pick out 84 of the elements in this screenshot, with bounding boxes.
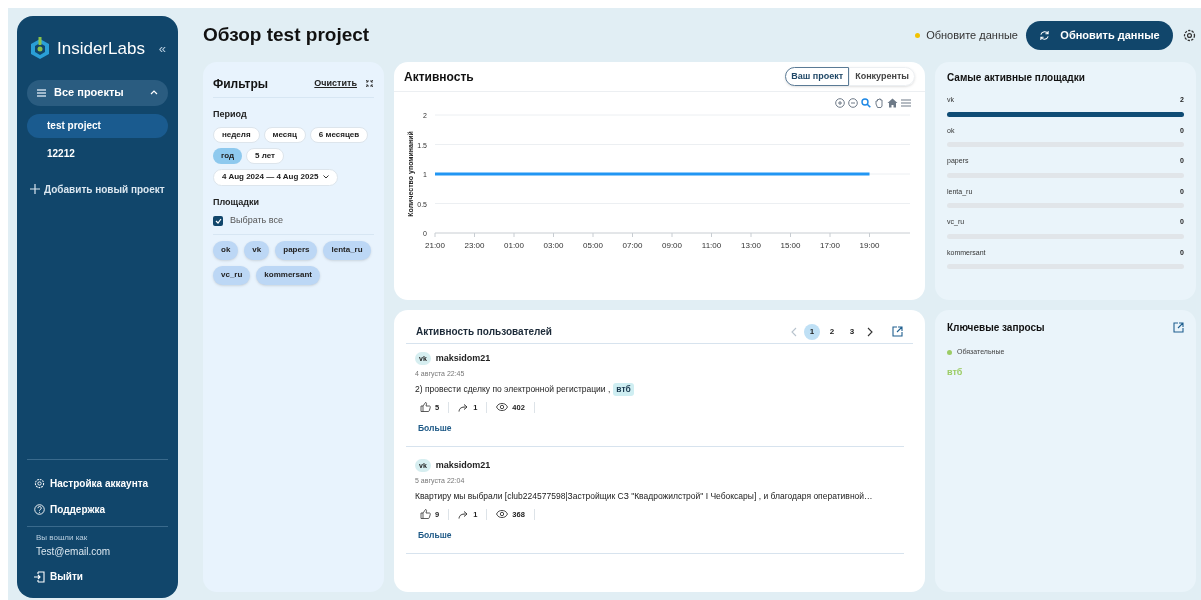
platform-chip[interactable]: vc_ru	[213, 265, 251, 285]
like-icon[interactable]	[420, 402, 431, 413]
filters-title: Фильтры	[213, 75, 269, 93]
author-name: maksidom21	[435, 352, 491, 365]
x-tick-label: 15:00	[780, 241, 801, 250]
help-icon	[34, 503, 45, 515]
clear-link[interactable]: Очистить	[314, 76, 357, 91]
page-button[interactable]: 2	[824, 323, 840, 340]
date-range-picker[interactable]: 4 Aug 2024 — 4 Aug 2025	[213, 168, 339, 186]
segment-tab[interactable]: Конкуренты	[849, 67, 915, 86]
select-all-label: Выбрать все	[230, 214, 283, 227]
project-item[interactable]: 12212	[27, 141, 168, 166]
more-link[interactable]: Больше	[418, 529, 452, 542]
settings-link[interactable]: Настройка аккаунта	[27, 470, 168, 496]
collapse-button[interactable]: «	[158, 39, 166, 59]
x-tick-label: 09:00	[662, 241, 682, 250]
x-tick-label: 03:00	[543, 241, 564, 250]
projects-group[interactable]: Все проекты	[27, 79, 168, 106]
refresh-button[interactable]: Обновить данные	[1026, 20, 1173, 50]
x-tick-label: 11:00	[701, 241, 722, 250]
logo-icon	[29, 36, 51, 61]
settings-icon	[34, 477, 45, 489]
brand-name: InsiderLabs	[57, 38, 145, 60]
logout-icon	[34, 570, 45, 583]
period-label: Период	[213, 108, 248, 121]
refresh-icon	[1039, 29, 1051, 41]
x-tick-label: 23:00	[464, 241, 485, 250]
activity-title: Активность	[404, 68, 474, 86]
query-term: втб	[947, 365, 964, 379]
x-tick-label: 01:00	[504, 241, 524, 250]
keyword-highlight: втб	[613, 383, 634, 396]
x-tick-label: 07:00	[622, 241, 643, 250]
add-project-button[interactable]: Добавить новый проект	[27, 181, 168, 197]
user-email: Test@email.com	[35, 545, 112, 559]
x-tick-label: 17:00	[820, 241, 840, 250]
page-button[interactable]: 1	[804, 323, 820, 340]
period-chip[interactable]: год	[213, 147, 243, 164]
x-tick-label: 19:00	[859, 241, 880, 250]
search-icon[interactable]	[861, 98, 871, 108]
user-activity-title: Активность пользователей	[416, 325, 552, 339]
signed-in-label: Вы вошли как	[35, 532, 89, 544]
zoom-out-icon[interactable]	[848, 98, 858, 108]
page-title: Обзор test project	[203, 22, 370, 47]
platform-chip[interactable]: vk	[244, 240, 270, 260]
plus-icon	[30, 184, 40, 194]
share-icon[interactable]	[458, 402, 470, 412]
platform-chip[interactable]: ok	[213, 240, 239, 260]
platform-chip[interactable]: lenta_ru	[323, 240, 371, 260]
post-text: 2) провести сделку по электронной регистрации ,	[415, 383, 611, 396]
eye-icon[interactable]	[496, 403, 509, 412]
period-chip[interactable]: месяц	[263, 126, 306, 143]
settings-icon[interactable]	[1183, 28, 1196, 42]
zoom-in-icon[interactable]	[835, 98, 845, 108]
key-queries-title: Ключевые запросы	[947, 321, 1045, 335]
period-chip[interactable]: неделя	[213, 126, 260, 143]
platform-chip[interactable]: kommersant	[256, 265, 320, 285]
platforms-label: Площадки	[213, 195, 261, 209]
external-link-icon[interactable]	[892, 326, 903, 337]
select-all-checkbox[interactable]	[213, 215, 223, 226]
chevron-icon	[150, 90, 158, 95]
x-tick-label: 05:00	[583, 241, 603, 250]
collapse-icon[interactable]	[365, 79, 374, 88]
page-button[interactable]: 3	[844, 323, 860, 340]
period-chip[interactable]: 5 лет	[246, 147, 284, 164]
logout-button[interactable]: Выйти	[27, 569, 168, 584]
platform-chip[interactable]: papers	[275, 240, 318, 260]
support-link[interactable]: Поддержка	[27, 496, 168, 522]
period-chip[interactable]: 6 месяцев	[309, 126, 369, 143]
more-link[interactable]: Больше	[418, 422, 452, 435]
like-icon[interactable]	[420, 509, 431, 520]
segment-tab[interactable]: Ваш проект	[785, 67, 850, 86]
share-icon[interactable]	[458, 509, 470, 519]
update-notice: Обновите данные	[926, 27, 1018, 43]
eye-icon[interactable]	[496, 510, 509, 519]
top-sites-title: Самые активные площадки	[947, 71, 1086, 85]
author-name: maksidom21	[435, 459, 491, 472]
x-tick-label: 21:00	[425, 241, 445, 250]
project-item[interactable]: test project	[27, 113, 168, 138]
x-tick-label: 13:00	[741, 241, 761, 250]
external-link-icon[interactable]	[1173, 322, 1184, 333]
home-icon[interactable]	[887, 98, 898, 108]
list-icon	[37, 88, 46, 97]
chevron-icon	[323, 175, 330, 179]
post-text: Квартиру мы выбрали [club224577598|Застройщик СЗ "Квадрожилстрой" I Чебоксары] , и благодаря оперативной…	[415, 490, 873, 503]
